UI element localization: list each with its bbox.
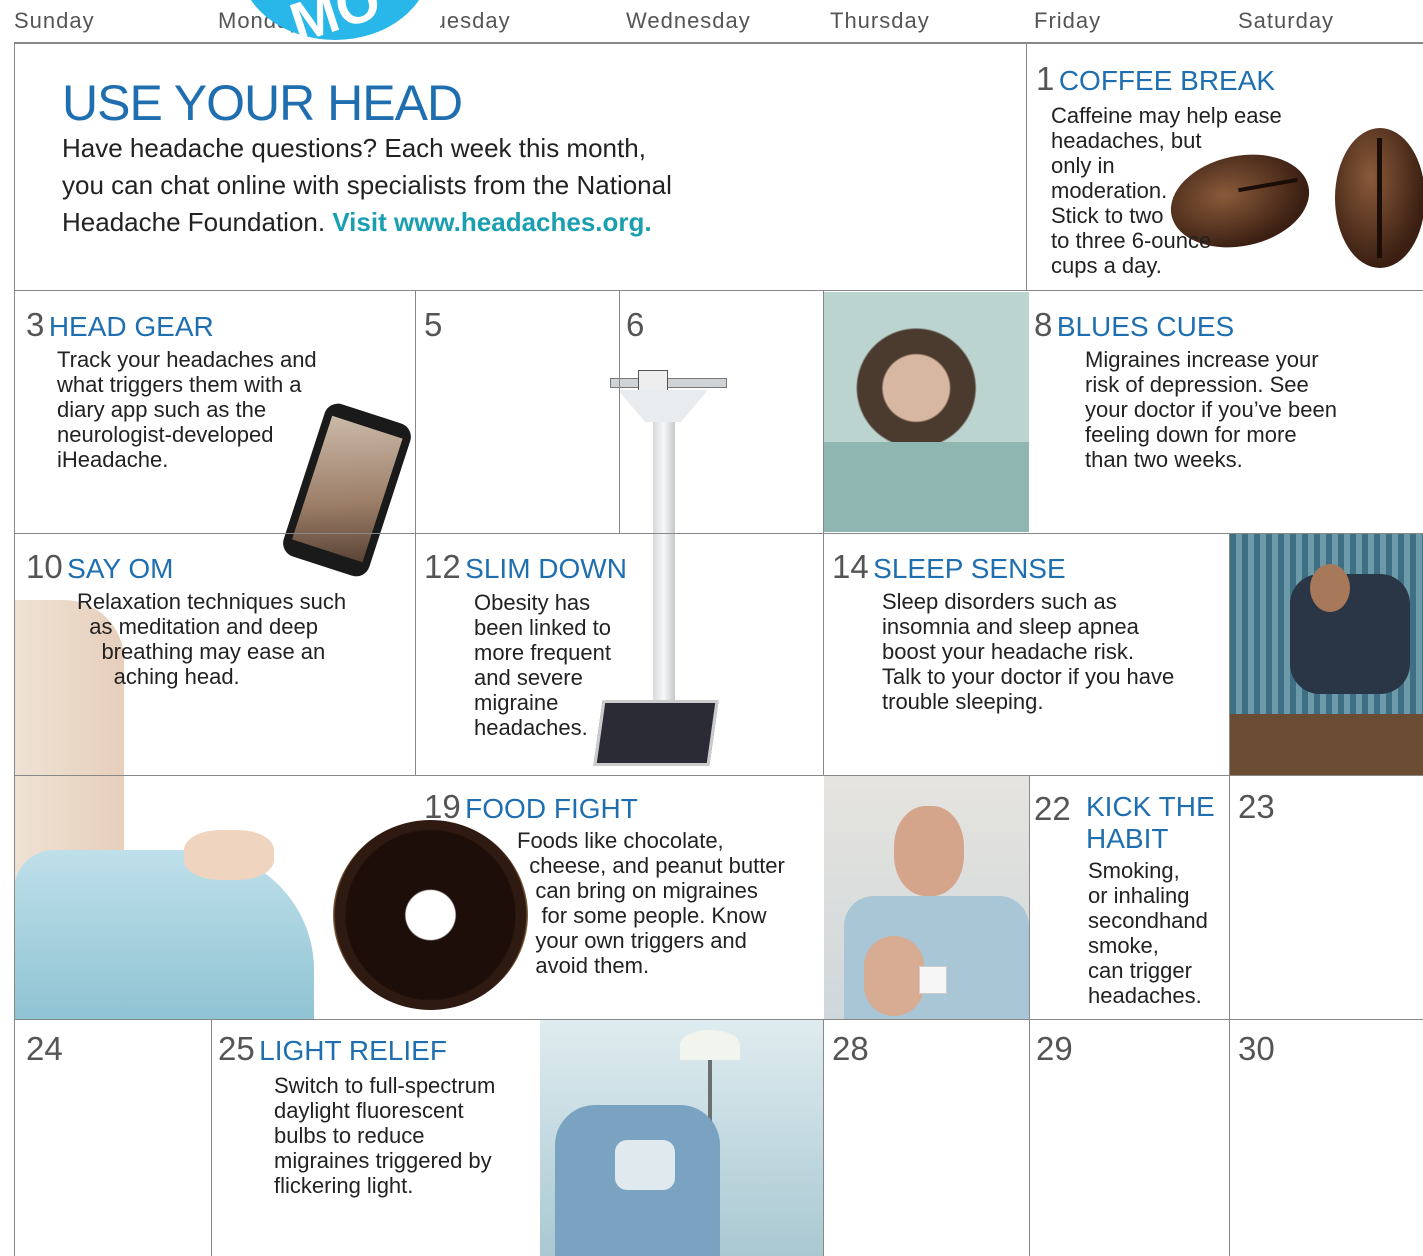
day-number: 5: [424, 306, 443, 343]
tip-food-fight-text: Foods like chocolate, cheese, and peanut…: [517, 828, 785, 978]
grid-line: [14, 775, 1423, 776]
grid-line: [1229, 533, 1230, 1256]
tip-slim-down-header: 12 SLIM DOWN: [424, 548, 627, 586]
weekday-friday: Friday: [1034, 8, 1102, 33]
grid-line: [1029, 775, 1030, 1256]
day-number: 22: [1034, 790, 1071, 827]
grid-line: [619, 290, 620, 533]
page-title: USE YOUR HEAD: [62, 75, 463, 131]
day-number: 1: [1036, 60, 1055, 97]
badge-text: MO: [282, 0, 388, 40]
tip-head-gear-header: 3 HEAD GEAR: [26, 306, 214, 344]
tip-blues-cues-header: 8 BLUES CUES: [1034, 306, 1234, 344]
day-number: 29: [1036, 1030, 1073, 1067]
intro-text: Have headache questions? Each week this …: [62, 130, 672, 241]
grid-line: [14, 42, 1423, 44]
tip-coffee-break-text: Caffeine may help ease headaches, but on…: [1051, 103, 1282, 278]
grid-line: [14, 533, 1423, 534]
day-number: 10: [26, 548, 63, 585]
day-number: 6: [626, 306, 645, 343]
tip-say-om-text: Relaxation techniques such as meditation…: [77, 589, 347, 689]
tip-head-gear-text: Track your headaches and what triggers t…: [57, 347, 317, 472]
grid-line: [211, 1019, 212, 1256]
tip-title: HEAD GEAR: [48, 311, 214, 342]
tip-title: SLIM DOWN: [465, 553, 627, 584]
weekday-wednesday: Wednesday: [626, 8, 751, 33]
tip-food-fight-header: 19 FOOD FIGHT: [424, 788, 638, 826]
tip-title: LIGHT RELIEF: [259, 1035, 447, 1066]
day-cell-23: 23: [1238, 788, 1275, 826]
weekday-saturday: Saturday: [1238, 8, 1335, 33]
tip-light-relief-text: Switch to full-spectrum daylight fluores…: [274, 1073, 496, 1198]
tip-kick-the-habit-header: 22: [1034, 790, 1071, 828]
grid-line: [823, 1019, 824, 1256]
grid-line: [14, 42, 15, 1256]
tip-sleep-sense-text: Sleep disorders such as insomnia and sle…: [882, 589, 1175, 714]
day-number: 25: [218, 1030, 255, 1067]
weekday-thursday: Thursday: [830, 8, 930, 33]
day-number: 28: [832, 1030, 869, 1067]
tip-title: SLEEP SENSE: [873, 553, 1066, 584]
woman-head-in-hands-image: [824, 292, 1029, 532]
tip-kick-the-habit-text: Smoking, or inhaling secondhand smoke, c…: [1088, 858, 1208, 1008]
armchair-lamp-image: [540, 1020, 824, 1256]
day-number: 19: [424, 788, 461, 825]
tip-light-relief-header: 25 LIGHT RELIEF: [218, 1030, 447, 1068]
day-cell-5: 5: [424, 306, 442, 344]
tip-title: BLUES CUES: [1056, 311, 1235, 342]
day-cell-24: 24: [26, 1030, 63, 1068]
day-number: 24: [26, 1030, 63, 1067]
weekday-sunday: Sunday: [14, 8, 95, 33]
man-nicotine-patch-image: [824, 776, 1029, 1019]
tip-say-om-header: 10 SAY OM: [26, 548, 174, 586]
tip-title: KICK THE HABIT: [1086, 791, 1215, 854]
day-cell-6: 6: [626, 306, 644, 344]
weekday-tuesday: Tuesday: [420, 8, 511, 33]
man-on-couch-image: [1230, 534, 1423, 776]
day-number: 8: [1034, 306, 1053, 343]
tip-blues-cues-text: Migraines increase your risk of depressi…: [1085, 347, 1337, 472]
day-number: 3: [26, 306, 45, 343]
day-number: 14: [832, 548, 869, 585]
tip-sleep-sense-header: 14 SLEEP SENSE: [832, 548, 1066, 586]
grid-line: [14, 290, 1423, 291]
day-cell-30: 30: [1238, 1030, 1275, 1068]
tip-coffee-break-header: 1 COFFEE BREAK: [1036, 60, 1275, 98]
tip-title: SAY OM: [67, 553, 174, 584]
tip-title: COFFEE BREAK: [1058, 65, 1276, 96]
day-cell-28: 28: [832, 1030, 869, 1068]
grid-line: [1026, 42, 1027, 290]
grid-line: [14, 1019, 1423, 1020]
chocolate-donut-image: [333, 820, 528, 1010]
day-number: 12: [424, 548, 461, 585]
tip-title: FOOD FIGHT: [465, 793, 638, 824]
day-number: 30: [1238, 1030, 1275, 1067]
day-number: 23: [1238, 788, 1275, 825]
day-cell-29: 29: [1036, 1030, 1073, 1068]
headaches-org-link[interactable]: Visit www.headaches.org.: [332, 207, 651, 237]
tip-slim-down-text: Obesity has been linked to more frequent…: [474, 590, 611, 740]
